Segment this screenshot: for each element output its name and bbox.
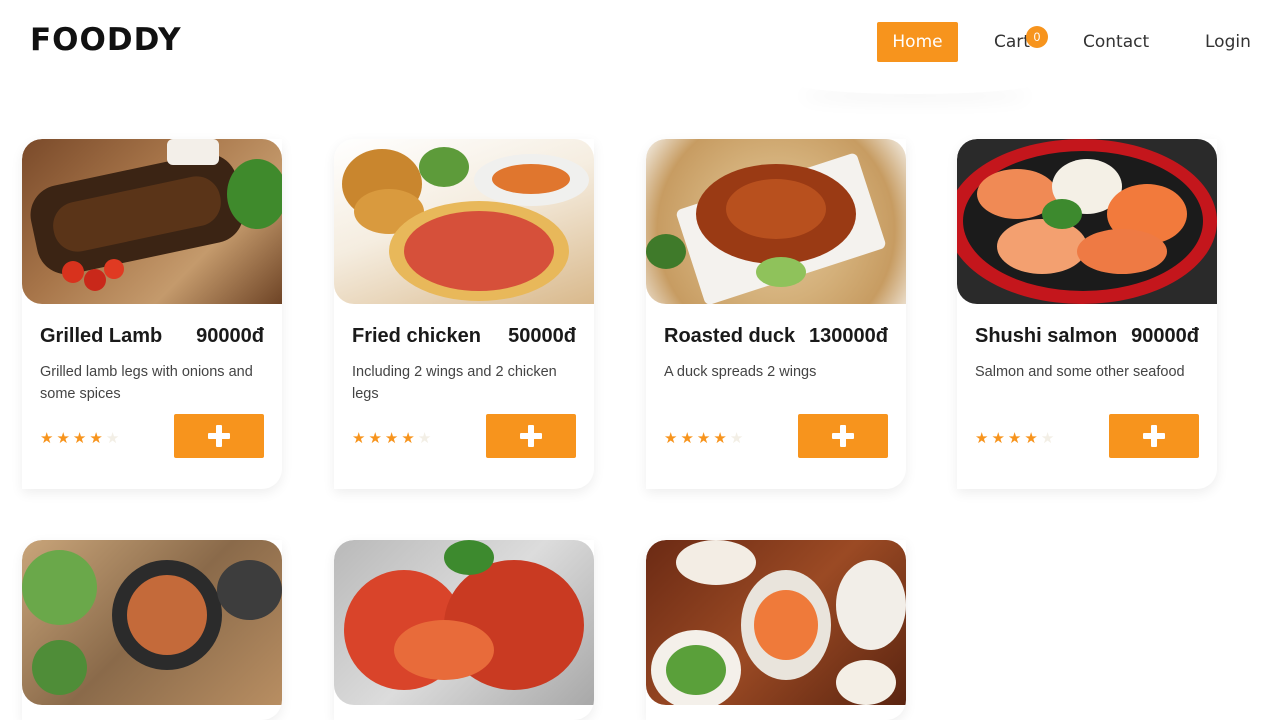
grilled-platter-image (22, 540, 282, 705)
product-description: Grilled lamb legs with onions and some s… (40, 364, 253, 402)
nav-contact[interactable]: Contact (1083, 22, 1149, 62)
star-empty-icon: ★ (1040, 430, 1058, 447)
fried-chicken-pizza-image (334, 139, 594, 304)
star-icon: ★ (368, 430, 385, 447)
rating-stars: ★★★★★ (40, 429, 122, 447)
nav-home[interactable]: Home (877, 22, 958, 62)
product-card: Grilled Lamb 90000đ Grilled lamb legs wi… (22, 139, 282, 489)
star-icon: ★ (680, 430, 697, 447)
product-card: Roasted duck 130000đ A duck spreads 2 wi… (646, 139, 906, 489)
star-icon: ★ (384, 430, 402, 447)
star-icon: ★ (72, 430, 90, 447)
star-icon: ★ (713, 430, 730, 447)
star-icon: ★ (1024, 430, 1041, 447)
star-icon: ★ (664, 430, 681, 447)
nav-login[interactable]: Login (1205, 22, 1251, 62)
product-price: 130000đ (809, 325, 888, 347)
nav-shadow (790, 70, 1040, 94)
product-name: Roasted duck (664, 325, 796, 347)
product-description: A duck spreads 2 wings (664, 364, 817, 380)
star-icon: ★ (975, 430, 992, 447)
star-icon: ★ (56, 430, 73, 447)
product-name: Grilled Lamb (40, 325, 163, 347)
sushi-salmon-image (957, 139, 1217, 304)
product-price: 90000đ (1131, 325, 1199, 347)
add-to-cart-button[interactable] (1109, 414, 1199, 458)
product-description: Salmon and some other seafood (975, 364, 1185, 380)
star-icon: ★ (89, 430, 106, 447)
rating-stars: ★★★★★ (352, 429, 434, 447)
header: FOODDY Home Cart 0 Contact Login (0, 0, 1280, 88)
add-to-cart-button[interactable] (798, 414, 888, 458)
shrimp-seafood-image (646, 540, 906, 705)
star-icon: ★ (991, 430, 1008, 447)
star-empty-icon: ★ (417, 430, 435, 447)
star-icon: ★ (401, 430, 418, 447)
plus-icon-stroke (216, 425, 222, 447)
add-to-cart-button[interactable] (486, 414, 576, 458)
spicy-lobster-image (334, 540, 594, 705)
logo[interactable]: FOODDY (30, 22, 182, 58)
product-card (646, 540, 906, 720)
product-name: Shushi salmon (975, 325, 1118, 347)
product-card (22, 540, 282, 720)
add-to-cart-button[interactable] (174, 414, 264, 458)
plus-icon-stroke (840, 425, 846, 447)
product-price: 90000đ (196, 325, 264, 347)
product-card: Fried chicken 50000đ Including 2 wings a… (334, 139, 594, 489)
star-icon: ★ (40, 430, 57, 447)
star-empty-icon: ★ (729, 430, 747, 447)
plus-icon-stroke (528, 425, 534, 447)
grilled-lamb-image (22, 139, 282, 304)
product-description: Including 2 wings and 2 chicken legs (352, 364, 557, 402)
nav-cart[interactable]: Cart (994, 22, 1030, 62)
product-card: Shushi salmon 90000đ Salmon and some oth… (957, 139, 1217, 489)
star-empty-icon: ★ (105, 430, 123, 447)
star-icon: ★ (1007, 430, 1025, 447)
rating-stars: ★★★★★ (664, 429, 746, 447)
roasted-duck-image (646, 139, 906, 304)
star-icon: ★ (696, 430, 714, 447)
star-icon: ★ (352, 430, 369, 447)
rating-stars: ★★★★★ (975, 429, 1057, 447)
plus-icon-stroke (1151, 425, 1157, 447)
cart-count-badge: 0 (1026, 26, 1048, 48)
product-card (334, 540, 594, 720)
product-name: Fried chicken (352, 325, 481, 347)
product-price: 50000đ (508, 325, 576, 347)
